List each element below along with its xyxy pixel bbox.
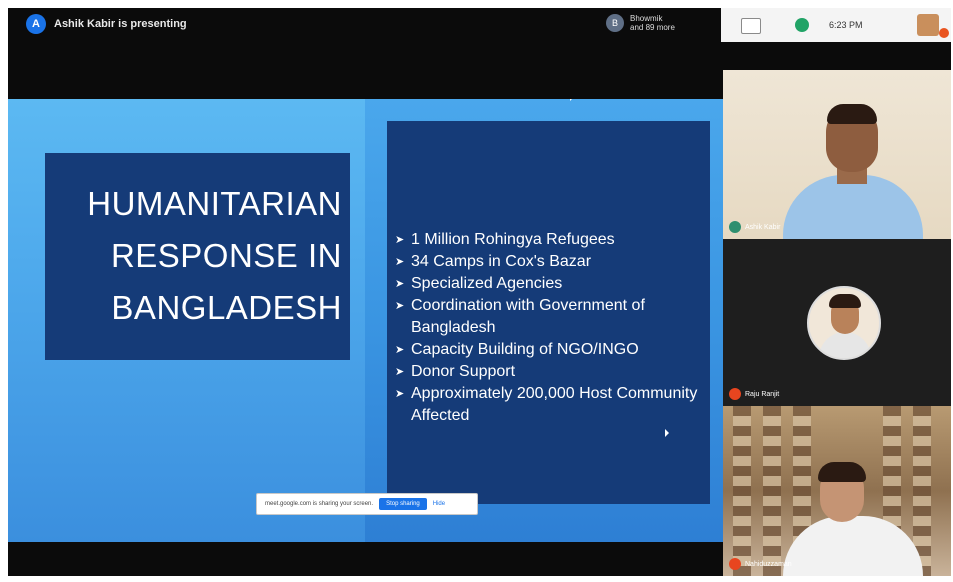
participant-video <box>783 175 923 239</box>
participant-hair <box>818 462 866 482</box>
mouse-cursor-icon <box>570 99 574 101</box>
top-bar: A Ashik Kabir is presenting B Bhowmik an… <box>8 8 951 42</box>
participant-hair <box>827 104 877 124</box>
participant-name: Nahiduzzaman <box>745 560 792 568</box>
presenter-indicator: A Ashik Kabir is presenting <box>26 14 187 34</box>
slide-title-box: HUMANITARIAN RESPONSE IN BANGLADESH <box>45 153 350 360</box>
participant-tile[interactable]: Raju Ranjit <box>723 239 951 406</box>
bullet-item: 1 Million Rohingya Refugees <box>395 229 707 251</box>
bullet-list: 1 Million Rohingya Refugees 34 Camps in … <box>395 229 707 427</box>
participant-badge-line1: Bhowmik <box>630 14 663 23</box>
mouse-cursor-icon-2 <box>665 429 669 437</box>
slide-bullets-box: 1 Million Rohingya Refugees 34 Camps in … <box>387 121 710 504</box>
curtain-stripe <box>763 406 781 576</box>
participant-name: Ashik Kabir <box>745 223 781 231</box>
notification-dot-icon <box>939 28 949 38</box>
shared-screen: HUMANITARIAN RESPONSE IN BANGLADESH 1 Mi… <box>8 99 723 542</box>
network-icon[interactable] <box>741 18 761 34</box>
bullet-item: 34 Camps in Cox's Bazar <box>395 251 707 273</box>
participant-tile[interactable]: Ashik Kabir <box>723 70 951 239</box>
bullet-item: Approximately 200,000 Host Community Aff… <box>395 383 707 427</box>
hide-button[interactable]: Hide <box>433 501 445 507</box>
avatar-hair <box>829 294 861 308</box>
bullet-item: Capacity Building of NGO/INGO <box>395 339 707 361</box>
stop-sharing-button[interactable]: Stop sharing <box>379 498 427 510</box>
participant-avatar <box>807 286 881 360</box>
curtain-stripe <box>733 406 751 576</box>
presenter-avatar: A <box>26 14 46 34</box>
participant-badge-avatar: B <box>606 14 624 32</box>
bullet-item: Specialized Agencies <box>395 273 707 295</box>
taskbar-clock[interactable]: 6:23 PM <box>829 20 863 30</box>
participant-badge-text: Bhowmik and 89 more <box>630 14 675 32</box>
participant-badge-line2: and 89 more <box>630 23 675 32</box>
participant-name: Raju Ranjit <box>745 390 780 398</box>
participant-tile[interactable]: Nahiduzzaman <box>723 406 951 576</box>
bullet-item: Donor Support <box>395 361 707 383</box>
avatar-body <box>819 332 871 358</box>
mic-icon <box>729 221 741 233</box>
mic-muted-icon <box>729 558 741 570</box>
slide-title-line-3: BANGLADESH <box>111 289 342 326</box>
meet-window: A Ashik Kabir is presenting B Bhowmik an… <box>8 8 951 576</box>
screen-share-bar: meet.google.com is sharing your screen. … <box>256 493 478 515</box>
share-message: meet.google.com is sharing your screen. <box>265 501 374 507</box>
participant-badge[interactable]: B Bhowmik and 89 more <box>606 14 675 32</box>
bullet-item: Coordination with Government of Banglade… <box>395 295 707 339</box>
participant-name-chip: Nahiduzzaman <box>729 558 792 570</box>
slide-title-line-2: RESPONSE IN <box>110 237 342 274</box>
slide-title-line-1: HUMANITARIAN <box>87 185 342 222</box>
participant-name-chip: Raju Ranjit <box>729 388 779 400</box>
presenting-label: Ashik Kabir is presenting <box>54 18 187 30</box>
system-taskbar: 6:23 PM <box>721 8 951 42</box>
user-profile-icon[interactable] <box>917 14 939 36</box>
chat-icon[interactable] <box>795 18 809 32</box>
mic-muted-icon <box>729 388 741 400</box>
participant-name-chip: Ashik Kabir <box>729 221 780 233</box>
